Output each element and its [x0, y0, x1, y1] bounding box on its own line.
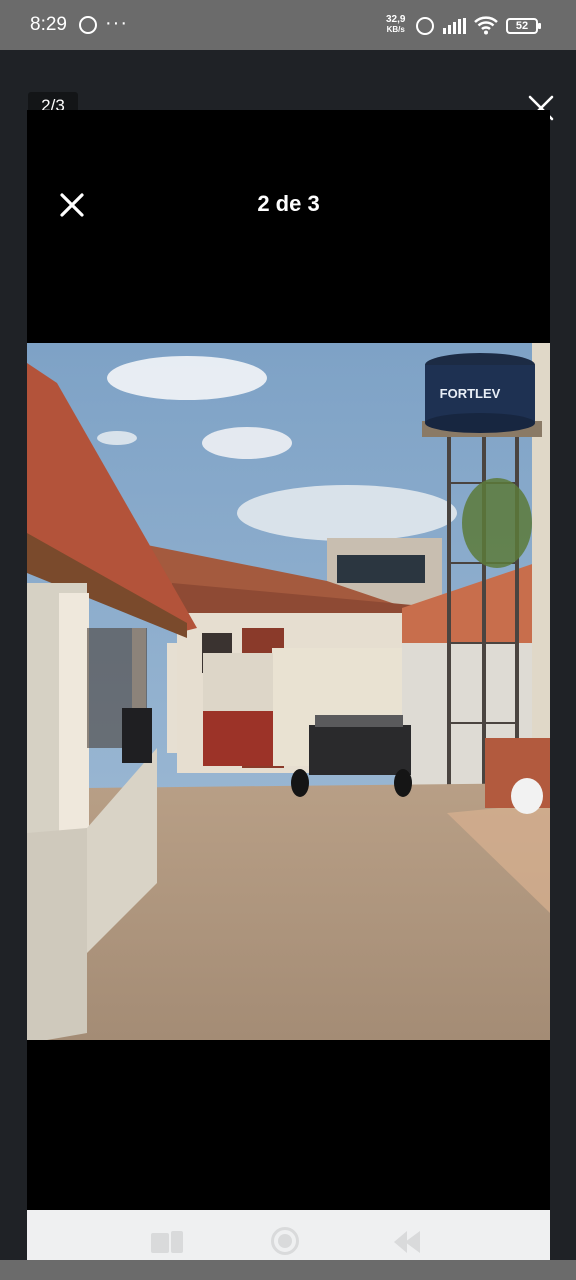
network-speed-value: 32,9 — [386, 14, 406, 25]
network-speed: 32,9 KB/s — [386, 15, 405, 35]
wifi-icon — [474, 16, 498, 35]
alarm-icon — [416, 17, 434, 35]
network-speed-unit: KB/s — [386, 25, 405, 34]
image-counter: 2 de 3 — [257, 191, 320, 216]
recents-button[interactable] — [151, 1231, 183, 1253]
bottom-bezel — [0, 1260, 576, 1280]
status-time: 8:29 — [30, 14, 67, 35]
status-bar: 8:29 ··· 32,9 KB/s 52 — [0, 0, 576, 50]
home-button[interactable] — [271, 1227, 299, 1255]
back-button[interactable] — [392, 1229, 422, 1255]
signal-icon — [443, 18, 466, 34]
navigation-bar — [27, 1210, 550, 1260]
battery-icon: 52 — [506, 18, 541, 34]
water-tank-brand: FORTLEV — [440, 386, 501, 401]
whatsapp-icon — [79, 16, 97, 34]
property-photo[interactable]: FORTLEV — [27, 343, 550, 1040]
image-viewer: 2 de 3 FORTLEV — [27, 110, 550, 1210]
more-notifications-icon: ··· — [105, 12, 128, 34]
